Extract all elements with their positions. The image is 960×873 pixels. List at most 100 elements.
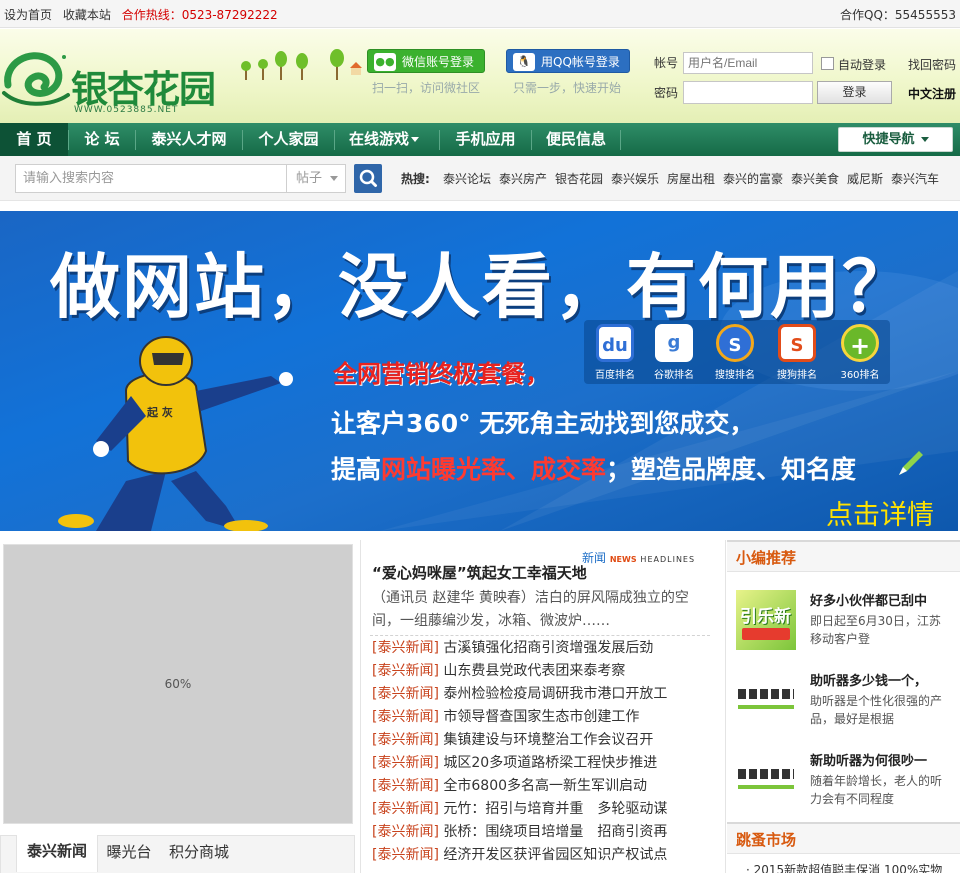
- pick-title[interactable]: 新助听器为何很吵一: [810, 750, 927, 769]
- headline-title[interactable]: “爱心妈咪屋”筑起女工幸福天地: [372, 562, 587, 583]
- site-logo[interactable]: 银杏花园 WWW.0523885.NET: [0, 43, 230, 115]
- news-title[interactable]: 市领导督查国家生态市创建工作: [443, 709, 639, 725]
- hot-search-label: 热搜:: [401, 172, 430, 186]
- password-label: 密码: [654, 86, 679, 100]
- news-item[interactable]: [泰兴新闻] 张桥：围绕项目培增量 招商引资再: [372, 822, 667, 842]
- pencil-icon: [899, 451, 923, 475]
- account-label: 帐号: [654, 56, 679, 70]
- news-category[interactable]: [泰兴新闻]: [372, 824, 439, 840]
- account-input[interactable]: [683, 52, 813, 74]
- qq-penguin-icon: 🐧: [513, 53, 535, 71]
- news-title[interactable]: 全市6800多名高一新生军训启动: [443, 778, 647, 794]
- tab-taixing-news[interactable]: 泰兴新闻: [16, 835, 98, 872]
- nav-home[interactable]: 首 页: [0, 123, 68, 156]
- hot-keyword[interactable]: 房屋出租: [667, 170, 715, 187]
- hot-keyword[interactable]: 泰兴娱乐: [611, 170, 659, 187]
- engine-baidu: du 百度排名: [588, 324, 642, 381]
- news-category[interactable]: [泰兴新闻]: [372, 709, 439, 725]
- set-home-link[interactable]: 设为首页: [4, 8, 52, 22]
- news-title[interactable]: 城区20多项道路桥梁工程快步推进: [443, 755, 657, 771]
- search-engine-box: du 百度排名 g 谷歌排名 S 搜搜排名 S 搜狗排名 + 360排名: [584, 320, 890, 384]
- nav-services[interactable]: 便民信息: [532, 123, 620, 156]
- news-item[interactable]: [泰兴新闻] 集镇建设与环境整治工作会议召开: [372, 730, 653, 750]
- search-type-value: 帖子: [296, 171, 323, 186]
- nav-talent[interactable]: 泰兴人才网: [136, 123, 242, 156]
- wechat-login-label: 微信账号登录: [402, 55, 475, 69]
- editor-picks-header: 小编推荐: [727, 540, 960, 572]
- news-title[interactable]: 山东费县党政代表团来泰考察: [443, 663, 625, 679]
- pick-desc: 即日起至6月30日，江苏移动客户登: [810, 614, 941, 646]
- news-category[interactable]: [泰兴新闻]: [372, 755, 439, 771]
- news-title[interactable]: 泰州检验检疫局调研我市港口开放工: [443, 686, 667, 702]
- news-item[interactable]: [泰兴新闻] 城区20多项道路桥梁工程快步推进: [372, 753, 657, 773]
- forgot-password-link[interactable]: 找回密码: [908, 56, 956, 73]
- qq-login-label: 用QQ帐号登录: [541, 55, 620, 69]
- news-title[interactable]: 元竹：招引与培育并重 多轮驱动谋: [443, 801, 667, 817]
- news-category[interactable]: [泰兴新闻]: [372, 640, 439, 656]
- nav-games[interactable]: 在线游戏: [335, 123, 433, 156]
- hot-keyword[interactable]: 泰兴论坛: [443, 170, 491, 187]
- pick-title[interactable]: 好多小伙伴都已刮中: [810, 590, 927, 609]
- quick-nav-button[interactable]: 快捷导航: [838, 127, 953, 152]
- banner-cta-link[interactable]: 点击详情: [826, 493, 934, 531]
- news-item[interactable]: [泰兴新闻] 经济开发区获评省园区知识产权试点: [372, 845, 667, 865]
- tab-points-mall[interactable]: 积分商城: [161, 836, 237, 873]
- news-category[interactable]: [泰兴新闻]: [372, 801, 439, 817]
- header: 银杏花园 WWW.0523885.NET ●● 微信账号登录 扫一扫，访问微社区…: [0, 29, 960, 123]
- chevron-down-icon: [411, 137, 419, 142]
- register-link[interactable]: 中文注册: [908, 85, 956, 102]
- auto-login-checkbox[interactable]: [821, 57, 834, 70]
- news-category[interactable]: [泰兴新闻]: [372, 663, 439, 679]
- tab-exposure[interactable]: 曝光台: [98, 836, 160, 873]
- slideshow-image[interactable]: 60%: [3, 544, 353, 824]
- nav-mobile[interactable]: 手机应用: [440, 123, 531, 156]
- hot-keyword[interactable]: 泰兴房产: [499, 170, 547, 187]
- bookmark-link[interactable]: 收藏本站: [63, 8, 111, 22]
- hot-keyword[interactable]: 泰兴美食: [791, 170, 839, 187]
- editor-picks-title: 小编推荐: [736, 549, 797, 567]
- promo-thumbnail[interactable]: 引乐新: [736, 590, 796, 650]
- news-category[interactable]: [泰兴新闻]: [372, 778, 439, 794]
- logo-url: WWW.0523885.NET: [74, 105, 179, 115]
- qq-login-button[interactable]: 🐧 用QQ帐号登录: [506, 49, 630, 73]
- hot-keyword[interactable]: 银杏花园: [555, 170, 603, 187]
- hot-keyword[interactable]: 泰兴的富豪: [723, 170, 783, 187]
- news-title[interactable]: 经济开发区获评省园区知识产权试点: [443, 847, 667, 863]
- hot-keyword[interactable]: 威尼斯: [847, 170, 883, 187]
- nav-personal[interactable]: 个人家园: [243, 123, 334, 156]
- search-button[interactable]: [354, 164, 382, 193]
- wechat-login-button[interactable]: ●● 微信账号登录: [367, 49, 485, 73]
- search-input[interactable]: 请输入搜索内容: [15, 164, 287, 193]
- nav-forum[interactable]: 论 坛: [69, 123, 135, 156]
- hot-keyword[interactable]: 泰兴汽车: [891, 170, 939, 187]
- engine-360: + 360排名: [833, 324, 887, 381]
- pick-title[interactable]: 助听器多少钱一个，: [810, 670, 927, 689]
- news-item[interactable]: [泰兴新闻] 全市6800多名高一新生军训启动: [372, 776, 647, 796]
- engine-label: 360排名: [840, 370, 880, 381]
- hearing-aid-thumbnail[interactable]: [736, 753, 796, 813]
- banner-line-2a: 提高: [331, 455, 382, 484]
- news-item[interactable]: [泰兴新闻] 元竹：招引与培育并重 多轮驱动谋: [372, 799, 667, 819]
- news-title[interactable]: 张桥：围绕项目培增量 招商引资再: [443, 824, 667, 840]
- banner-subtitle: 全网营销终极套餐，: [333, 360, 549, 388]
- news-category[interactable]: [泰兴新闻]: [372, 732, 439, 748]
- login-button[interactable]: 登录: [817, 81, 892, 104]
- search-type-select[interactable]: 帖子: [286, 164, 346, 193]
- news-item[interactable]: [泰兴新闻] 古溪镇强化招商引资增强发展后劲: [372, 638, 653, 658]
- news-title[interactable]: 古溪镇强化招商引资增强发展后劲: [443, 640, 653, 656]
- news-item[interactable]: [泰兴新闻] 山东费县党政代表团来泰考察: [372, 661, 625, 681]
- news-title[interactable]: 集镇建设与环境整治工作会议召开: [443, 732, 653, 748]
- password-input[interactable]: [683, 81, 813, 104]
- news-item[interactable]: [泰兴新闻] 市领导督查国家生态市创建工作: [372, 707, 639, 727]
- soso-icon: S: [716, 324, 754, 362]
- qq-contact: 合作QQ：55455553: [840, 8, 956, 22]
- news-item[interactable]: [泰兴新闻] 泰州检验检疫局调研我市港口开放工: [372, 684, 667, 704]
- ad-banner[interactable]: 做网站，没人看，有何用？ 起 灰 du 百度排名 g 谷歌排名 S 搜搜排名 S…: [0, 211, 958, 531]
- market-item[interactable]: · 2015新款超值聪丰保消 100%实物: [746, 861, 942, 873]
- news-category[interactable]: [泰兴新闻]: [372, 686, 439, 702]
- headline-summary: （通讯员 赵建华 黄映春）洁白的屏风隔成独立的空间，一组藤编沙发，冰箱、微波炉……: [372, 590, 689, 629]
- top-bar: 设为首页 收藏本站 合作热线：0523-87292222 合作QQ：554555…: [0, 0, 960, 28]
- quick-nav-label: 快捷导航: [862, 132, 915, 147]
- news-category[interactable]: [泰兴新闻]: [372, 847, 439, 863]
- hearing-aid-thumbnail[interactable]: [736, 673, 796, 733]
